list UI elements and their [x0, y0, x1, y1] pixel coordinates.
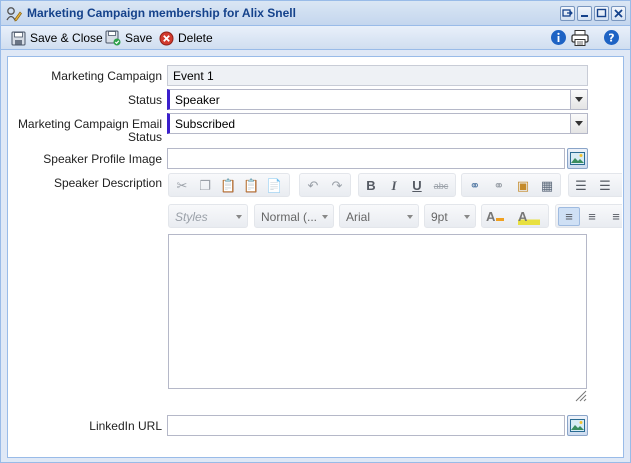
clipboard-group: ✂ ❐ 📋 📋 📄 [168, 173, 290, 197]
status-combo[interactable]: Speaker [167, 89, 571, 110]
save-button[interactable]: Save [105, 29, 152, 47]
email-status-label-line1: Marketing Campaign Email [17, 117, 162, 131]
campaign-label: Marketing Campaign [51, 69, 162, 83]
window-title: Marketing Campaign membership for Alix S… [27, 6, 296, 20]
campaign-field: Event 1 [167, 65, 588, 86]
linkedin-link-button[interactable] [567, 415, 588, 436]
bold-button[interactable]: B [363, 178, 379, 194]
styles-select-label: Styles [175, 210, 208, 224]
font-select-label: Arial [346, 210, 371, 224]
toolbar: Save & Close Save Delete ? [1, 26, 630, 50]
email-status-combo[interactable]: Subscribed [167, 113, 571, 134]
size-select-label: 9pt [431, 210, 448, 224]
email-status-label-line2: Status [127, 130, 162, 144]
save-close-label: Save & Close [30, 31, 103, 45]
delete-button[interactable]: Delete [159, 29, 213, 47]
user-edit-icon [6, 6, 22, 22]
list-group: ☰ ☰ [568, 173, 622, 197]
ordered-list-icon[interactable]: ☰ [573, 178, 589, 194]
align-center-icon[interactable]: ≡ [584, 209, 600, 225]
align-group: ≡ ≡ ≡ [555, 204, 622, 228]
background-color-button[interactable]: A [518, 209, 540, 225]
window-tools [560, 6, 626, 21]
font-select[interactable]: Arial [339, 204, 419, 228]
italic-button[interactable]: I [386, 178, 402, 194]
color-group: A A [481, 204, 549, 228]
size-select[interactable]: 9pt [424, 204, 476, 228]
paste-icon[interactable]: 📋 [220, 178, 236, 194]
unlink-icon[interactable]: ⚭ [491, 178, 507, 194]
table-icon[interactable]: ▦ [539, 178, 555, 194]
linkedin-field[interactable] [167, 415, 565, 436]
email-status-value: Subscribed [175, 117, 236, 131]
dialog-window: Marketing Campaign membership for Alix S… [0, 0, 631, 463]
styles-select[interactable]: Styles [168, 204, 248, 228]
link-icon[interactable]: ⚭ [467, 178, 483, 194]
restore-icon[interactable] [560, 6, 575, 21]
description-label: Speaker Description [53, 176, 162, 190]
align-left-icon[interactable]: ≡ [558, 207, 580, 226]
text-style-group: B I U abc [358, 173, 456, 197]
image-picker-icon [570, 419, 585, 432]
status-dropdown-trigger[interactable] [571, 89, 588, 110]
image-picker-icon [570, 152, 585, 165]
insert-group: ⚭ ⚭ ▣ ▦ [461, 173, 561, 197]
help-icon[interactable]: ? [603, 29, 621, 47]
svg-text:?: ? [608, 32, 614, 45]
format-select[interactable]: Normal (... [254, 204, 334, 228]
description-editor[interactable] [168, 234, 587, 389]
print-icon[interactable] [571, 29, 589, 47]
paste-text-icon[interactable]: 📋 [243, 178, 259, 194]
save-label: Save [125, 31, 153, 45]
minimize-icon[interactable] [577, 6, 592, 21]
underline-button[interactable]: U [409, 178, 425, 194]
rich-text-toolbar: ✂ ❐ 📋 📋 📄 ↶ ↷ B I U abc ⚭ ⚭ ▣ ▦ ☰ ☰ Styl… [168, 173, 622, 230]
title-bar[interactable]: Marketing Campaign membership for Alix S… [1, 1, 630, 26]
campaign-value: Event 1 [173, 69, 214, 83]
maximize-icon[interactable] [594, 6, 609, 21]
status-value: Speaker [175, 93, 220, 107]
delete-icon [159, 31, 174, 45]
text-color-button[interactable]: A [486, 209, 508, 225]
format-select-label: Normal (... [261, 210, 318, 224]
email-status-dropdown-trigger[interactable] [571, 113, 588, 134]
history-group: ↶ ↷ [299, 173, 351, 197]
info-icon[interactable] [550, 29, 568, 47]
save-icon [105, 30, 121, 46]
save-close-button[interactable]: Save & Close [11, 29, 103, 47]
profile-image-picker-button[interactable] [567, 148, 588, 169]
paste-word-icon[interactable]: 📄 [266, 178, 282, 194]
close-icon[interactable] [611, 6, 626, 21]
save-icon [11, 31, 26, 45]
undo-icon[interactable]: ↶ [305, 178, 321, 194]
status-label: Status [127, 93, 162, 107]
cut-icon[interactable]: ✂ [174, 178, 190, 194]
unordered-list-icon[interactable]: ☰ [597, 178, 613, 194]
linkedin-label: LinkedIn URL [89, 419, 162, 433]
strikethrough-button[interactable]: abc [431, 178, 451, 194]
delete-label: Delete [178, 31, 213, 45]
image-icon[interactable]: ▣ [515, 178, 531, 194]
profile-image-field[interactable] [167, 148, 565, 169]
align-right-icon[interactable]: ≡ [608, 209, 622, 225]
profile-image-label: Speaker Profile Image [43, 152, 162, 166]
redo-icon[interactable]: ↷ [329, 178, 345, 194]
resize-grip-icon[interactable] [573, 390, 587, 402]
copy-icon[interactable]: ❐ [197, 178, 213, 194]
